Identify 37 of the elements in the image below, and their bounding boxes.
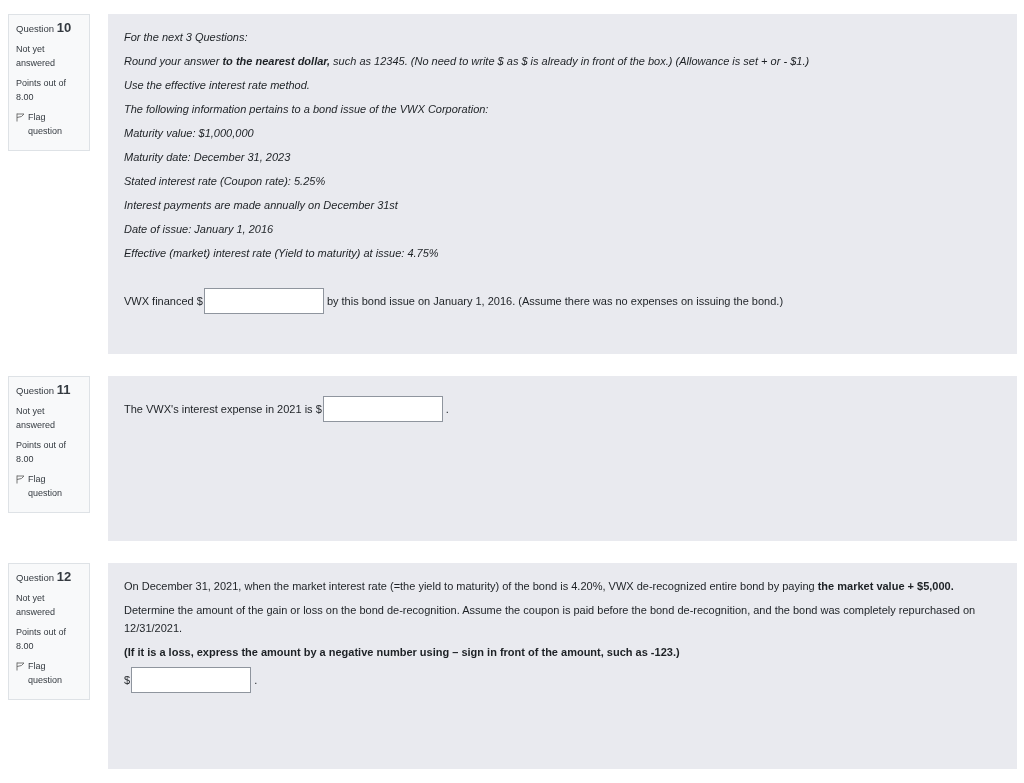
question-text: Determine the amount of the gain or loss on the bond de-recognition. Assume the coupon is paid before the bond de-recognition, and the bond was completely repurchased on 12/31/2021.: [124, 603, 977, 636]
flag-icon: [16, 113, 25, 122]
answer-suffix: .: [254, 673, 258, 688]
question-number: Question 10: [16, 21, 73, 36]
answer-field[interactable]: [322, 396, 443, 422]
question-text: Interest payments are made annually on December 31st: [124, 198, 399, 213]
question-text: (If it is a loss, express the amount by a negative number using – sign in front of the amount, such as -123.): [124, 645, 681, 660]
question-number: Question 11: [16, 383, 72, 398]
question-status: Not yet answered: [16, 592, 57, 619]
question-text: Round your answer to the nearest dollar, such as 12345. (No need to write $ as $ is already in front of the box.) (Allowance is set + or - $1.): [124, 54, 811, 69]
answer-suffix: .: [445, 402, 449, 417]
question-points: Points out of 8.00: [16, 626, 68, 653]
answer-prompt: VWX financed $: [124, 294, 203, 309]
answer-prompt: $: [124, 673, 131, 688]
question-text: Maturity date: December 31, 2023: [124, 150, 292, 165]
answer-prompt: The VWX's interest expense in 2021 is $: [124, 402, 322, 417]
question-text: Stated interest rate (Coupon rate): 5.25%: [124, 174, 327, 189]
question-number: Question 12: [16, 570, 73, 585]
question-text: Effective (market) interest rate (Yield to maturity) at issue: 4.75%: [124, 246, 440, 261]
question-text: Maturity value: $1,000,000: [124, 126, 255, 141]
question-points: Points out of 8.00: [16, 77, 68, 104]
flag-question-link[interactable]: Flag question: [16, 110, 78, 138]
flag-icon: [16, 475, 25, 484]
flag-icon: [16, 662, 25, 671]
answer-field[interactable]: [203, 288, 324, 314]
question-text: On December 31, 2021, when the market interest rate (=the yield to maturity) of the bond is 4.20%, VWX de-recognized entire bond by paying the market value + $5,000.: [124, 579, 955, 594]
question-text: Date of issue: January 1, 2016: [124, 222, 275, 237]
question-text: For the next 3 Questions:: [124, 30, 249, 45]
answer-suffix: by this bond issue on January 1, 2016. (Assume there was no expenses on issuing the bond.): [326, 294, 784, 309]
flag-question-link[interactable]: Flag question: [16, 472, 78, 500]
flag-question-link[interactable]: Flag question: [16, 659, 78, 687]
question-text: Use the effective interest rate method.: [124, 78, 311, 93]
question-points: Points out of 8.00: [16, 439, 68, 466]
question-status: Not yet answered: [16, 43, 57, 70]
answer-field[interactable]: [131, 667, 252, 693]
question-status: Not yet answered: [16, 405, 57, 432]
question-text: The following information pertains to a bond issue of the VWX Corporation:: [124, 102, 490, 117]
